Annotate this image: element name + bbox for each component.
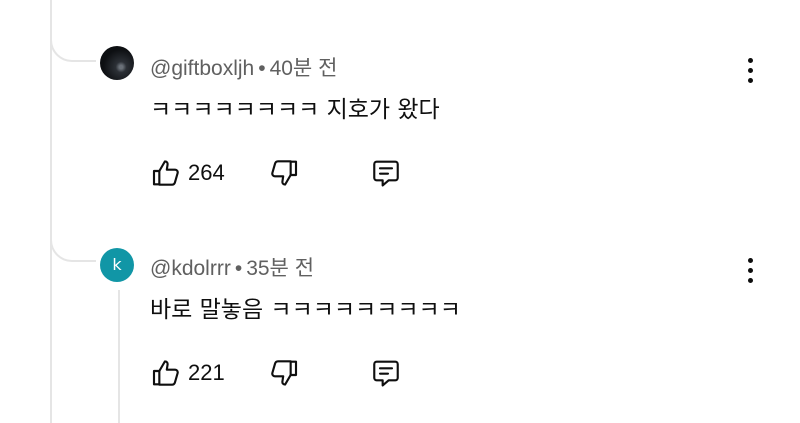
more-button[interactable] <box>738 52 762 88</box>
timestamp[interactable]: 40분 전 <box>270 57 338 80</box>
author-handle[interactable]: @kdolrrr <box>150 257 231 280</box>
reply-comment-icon <box>373 360 399 387</box>
dislike-button[interactable] <box>268 155 300 191</box>
avatar[interactable]: k <box>100 248 134 282</box>
reply-text: ㅋㅋㅋㅋㅋㅋㅋㅋ 지호가 왔다 <box>150 97 440 123</box>
thread-line <box>50 0 52 423</box>
meta-separator: • <box>234 257 243 280</box>
more-button[interactable] <box>738 252 762 288</box>
like-count: 264 <box>188 160 225 185</box>
reply-comment-icon <box>373 160 399 187</box>
more-vertical-icon <box>747 257 753 263</box>
thumb-down-icon <box>271 360 298 386</box>
like-count: 221 <box>188 360 225 385</box>
nested-thread-line <box>118 290 120 423</box>
reply-text: 바로 말놓음 ㅋㅋㅋㅋㅋㅋㅋㅋㅋ <box>150 297 461 323</box>
thumb-down-icon <box>271 160 298 186</box>
comment-replies-thread: @giftboxljh•40분 전 ㅋㅋㅋㅋㅋㅋㅋㅋ 지호가 왔다 264 <box>0 0 800 423</box>
thread-connector <box>50 36 96 62</box>
reply-button[interactable] <box>370 155 402 191</box>
dislike-button[interactable] <box>268 355 300 391</box>
thread-connector <box>50 236 96 262</box>
author-handle[interactable]: @giftboxljh <box>150 57 254 80</box>
reply-meta: @giftboxljh • 40분 전 <box>150 52 337 82</box>
thumb-up-icon <box>152 160 179 186</box>
avatar[interactable] <box>100 46 134 80</box>
reply-button[interactable] <box>370 355 402 391</box>
meta-separator: • <box>258 57 266 80</box>
timestamp[interactable]: 35분 전 <box>246 257 314 280</box>
like-button[interactable]: 264 <box>150 155 225 191</box>
like-button[interactable]: 221 <box>150 355 225 391</box>
more-vertical-icon <box>747 57 753 63</box>
thumb-up-icon <box>152 360 179 386</box>
reply-meta: @kdolrrr • 35분 전 <box>150 252 314 282</box>
